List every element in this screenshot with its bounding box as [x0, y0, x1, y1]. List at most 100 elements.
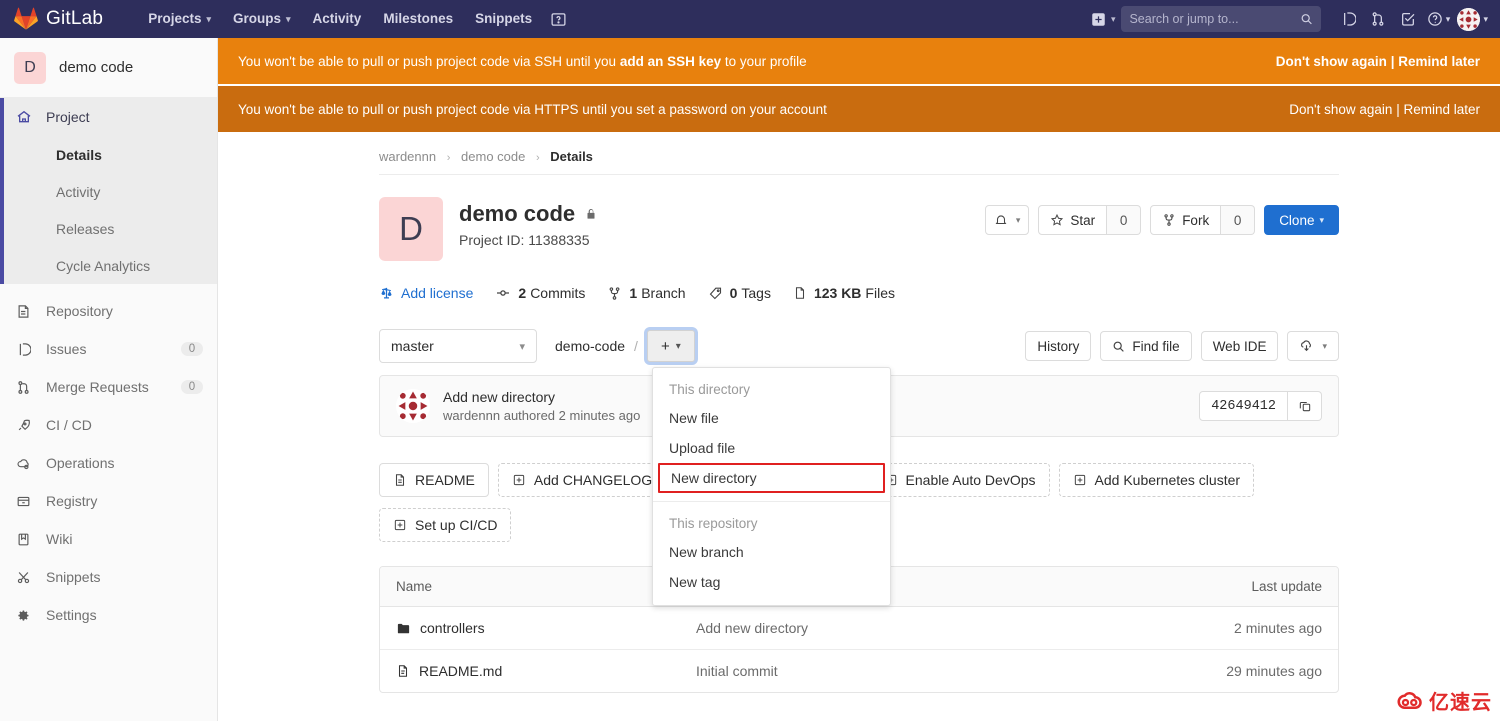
commit-icon — [495, 285, 511, 301]
sidebar-item-operations[interactable]: Operations — [0, 444, 217, 482]
nav-issues-icon[interactable] — [1333, 4, 1363, 34]
web-ide-button[interactable]: Web IDE — [1200, 331, 1279, 361]
breadcrumb-item-user[interactable]: wardennn — [379, 149, 436, 164]
sidebar-item-issues[interactable]: Issues 0 — [0, 330, 217, 368]
sidebar-item-registry-label: Registry — [46, 493, 98, 509]
setup-ci-cd-button[interactable]: Set up CI/CD — [379, 508, 512, 542]
global-search-box[interactable] — [1121, 6, 1322, 32]
sidebar-project-header[interactable]: D demo code — [0, 38, 217, 98]
branches-stat[interactable]: 1 Branch — [607, 285, 686, 301]
add-kubernetes-cluster-button[interactable]: Add Kubernetes cluster — [1058, 463, 1255, 497]
chevron-down-icon: ▾ — [1319, 214, 1324, 225]
ssh-banner-link[interactable]: add an SSH key — [620, 54, 721, 69]
sidebar-item-wiki-label: Wiki — [46, 531, 73, 547]
fork-button[interactable]: Fork — [1150, 205, 1222, 235]
nav-help-square-icon[interactable] — [543, 4, 573, 34]
sidebar-item-merge-requests[interactable]: Merge Requests 0 — [0, 368, 217, 406]
sidebar-item-settings[interactable]: Settings — [0, 596, 217, 634]
column-header-name: Name — [380, 567, 680, 607]
user-avatar[interactable] — [1457, 7, 1481, 31]
ssh-remind-later-link[interactable]: Remind later — [1398, 54, 1480, 69]
find-file-label: Find file — [1132, 338, 1180, 354]
files-stat[interactable]: 123 KB Files — [793, 285, 895, 301]
dropdown-item-upload-file[interactable]: Upload file — [653, 433, 890, 463]
copy-sha-button[interactable] — [1288, 391, 1322, 421]
sidebar-item-project[interactable]: Project — [0, 98, 217, 136]
user-avatar-identicon — [1457, 7, 1481, 31]
ssh-dont-show-again-link[interactable]: Don't show again — [1276, 54, 1387, 69]
dropdown-item-new-file[interactable]: New file — [653, 403, 890, 433]
top-navbar: GitLab Projects ▾ Groups ▾ Activity Mile… — [0, 0, 1500, 38]
table-row[interactable]: README.md Initial commit 29 minutes ago — [380, 650, 1338, 693]
path-root[interactable]: demo-code — [555, 338, 625, 354]
readme-button[interactable]: README — [379, 463, 489, 497]
star-button[interactable]: Star — [1038, 205, 1108, 235]
add-license-label: Add license — [401, 285, 474, 301]
fork-button-group: Fork 0 — [1150, 205, 1256, 235]
project-name-text: demo code — [459, 201, 576, 226]
nav-link-projects[interactable]: Projects ▾ — [137, 0, 222, 38]
nav-link-snippets[interactable]: Snippets — [464, 0, 543, 38]
ssh-banner-text-before: You won't be able to pull or push projec… — [238, 53, 620, 69]
cloud-gear-icon — [16, 456, 36, 471]
dropdown-item-new-branch[interactable]: New branch — [653, 537, 890, 567]
sidebar-item-operations-label: Operations — [46, 455, 115, 471]
commit-sha[interactable]: 42649412 — [1199, 391, 1288, 421]
commit-title[interactable]: Add new directory — [443, 389, 640, 405]
nav-link-activity[interactable]: Activity — [302, 0, 373, 38]
commits-stat[interactable]: 2 Commits — [495, 285, 585, 301]
sidebar-item-registry[interactable]: Registry — [0, 482, 217, 520]
nav-link-groups[interactable]: Groups ▾ — [222, 0, 302, 38]
ssh-key-banner: You won't be able to pull or push projec… — [218, 38, 1500, 84]
file-navigation-bar: master ▾ demo-code / + ▾ History Find fi… — [379, 329, 1339, 363]
sidebar-item-project-label: Project — [46, 109, 90, 125]
gear-icon — [16, 608, 36, 623]
clone-button[interactable]: Clone ▾ — [1264, 205, 1339, 235]
password-remind-later-link[interactable]: Remind later — [1403, 102, 1480, 117]
sidebar-item-repository[interactable]: Repository — [0, 292, 217, 330]
search-input[interactable] — [1129, 12, 1301, 26]
commit-author-time: wardennn authored 2 minutes ago — [443, 408, 641, 423]
sidebar-item-snippets[interactable]: Snippets — [0, 558, 217, 596]
nav-merge-requests-icon[interactable] — [1363, 4, 1393, 34]
branch-selector[interactable]: master ▾ — [379, 329, 537, 363]
sidebar-item-wiki[interactable]: Wiki — [0, 520, 217, 558]
star-count[interactable]: 0 — [1107, 205, 1142, 235]
breadcrumb-item-project[interactable]: demo code — [461, 149, 525, 164]
enable-auto-devops-button[interactable]: Enable Auto DevOps — [869, 463, 1050, 497]
fork-count[interactable]: 0 — [1221, 205, 1256, 235]
sidebar-item-ci-cd[interactable]: CI / CD — [0, 406, 217, 444]
nav-todos-icon[interactable] — [1393, 4, 1423, 34]
find-file-button[interactable]: Find file — [1100, 331, 1192, 361]
file-link-controllers[interactable]: controllers — [396, 620, 664, 636]
sidebar-item-activity[interactable]: Activity — [0, 173, 217, 210]
new-item-button[interactable]: ▾ — [1091, 12, 1115, 27]
add-to-repo-dropdown-menu: This directory New file Upload file New … — [652, 367, 891, 606]
nav-link-milestones[interactable]: Milestones — [372, 0, 464, 38]
file-link-readme[interactable]: README.md — [396, 663, 664, 679]
nav-help-icon[interactable]: ▾ — [1423, 4, 1453, 34]
file-commit-message[interactable]: Initial commit — [680, 650, 1160, 693]
sidebar-item-cycle-analytics[interactable]: Cycle Analytics — [0, 247, 217, 284]
dropdown-item-new-tag[interactable]: New tag — [653, 567, 890, 597]
add-changelog-button[interactable]: Add CHANGELOG — [497, 463, 667, 497]
notification-dropdown-button[interactable]: ▾ — [984, 205, 1030, 235]
chevron-down-icon[interactable]: ▾ — [1483, 14, 1488, 25]
gitlab-logo[interactable]: GitLab — [14, 7, 103, 31]
project-avatar: D — [379, 197, 443, 261]
add-license-link[interactable]: Add license — [379, 285, 473, 301]
home-icon — [16, 109, 36, 125]
file-icon — [793, 286, 807, 300]
download-dropdown-button[interactable]: ▾ — [1287, 331, 1339, 361]
password-dont-show-again-link[interactable]: Don't show again — [1289, 102, 1392, 117]
dropdown-item-new-directory[interactable]: New directory — [658, 463, 885, 493]
history-button[interactable]: History — [1025, 331, 1092, 361]
sidebar-item-releases[interactable]: Releases — [0, 210, 217, 247]
sidebar-item-details[interactable]: Details — [0, 136, 217, 173]
table-row[interactable]: controllers Add new directory 2 minutes … — [380, 606, 1338, 650]
file-doc-icon — [393, 473, 407, 487]
add-to-repo-button[interactable]: + ▾ — [646, 330, 695, 362]
file-commit-message[interactable]: Add new directory — [680, 606, 1160, 650]
tags-stat[interactable]: 0 Tags — [708, 285, 771, 301]
commit-author-avatar[interactable] — [396, 389, 430, 423]
